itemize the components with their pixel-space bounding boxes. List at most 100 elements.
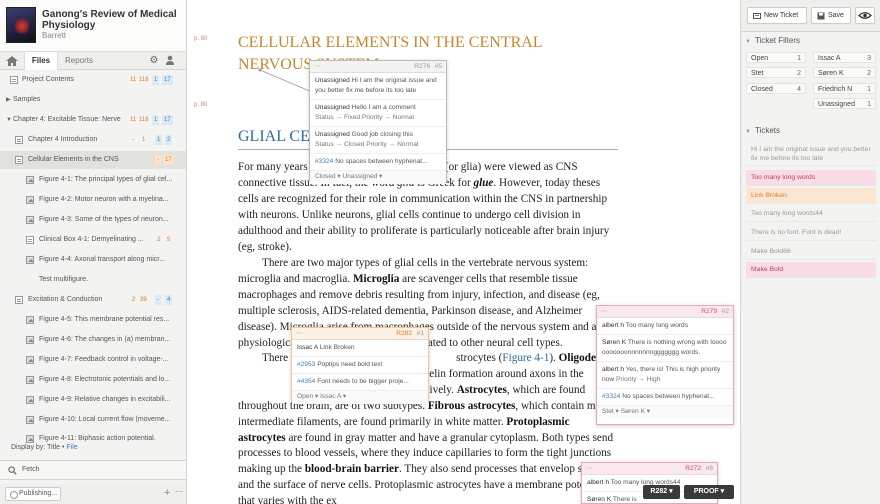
comment-assignee: Unassigned <box>315 131 350 138</box>
filter-issac-a[interactable]: Issac A 3 <box>813 52 876 63</box>
comment-popover[interactable]: ⋯ R279 #2 albert h Too many long words S… <box>596 305 734 425</box>
linked-ticket[interactable]: #4354 Font needs to be bigger proje... <box>292 374 428 391</box>
filter-unassigned[interactable]: Unassigned 1 <box>813 98 876 109</box>
ticket-link[interactable]: #3324 <box>315 158 333 165</box>
publishing-button[interactable]: Publishing... <box>5 487 61 501</box>
tree-item-figure-4-3[interactable]: Figure 4-3: Some of the types of neuron.… <box>0 211 186 229</box>
tree-item-label: Chapter 4: Excitable Tissue: Nerve <box>13 116 121 123</box>
badge-count: 116 <box>139 117 149 123</box>
collapse-arrow-icon[interactable]: ▼ <box>6 111 12 129</box>
drag-handle-icon[interactable]: ⋯ <box>296 329 303 337</box>
tree-item-test-multifigure[interactable]: Test multifigure. <box>0 271 186 289</box>
revision-select-button[interactable]: R282 ▾ <box>643 485 680 499</box>
document-icon <box>15 296 23 304</box>
comment-item[interactable]: Issac A Link Broken <box>292 340 428 357</box>
tree-item-figure-4-2[interactable]: Figure 4-2: Motor neuron with a myelina.… <box>0 191 186 209</box>
ticket-item[interactable]: Link Broken <box>746 188 876 204</box>
tree-item-figure-4-5[interactable]: Figure 4-5: This membrane potential res.… <box>0 311 186 329</box>
ticket-item[interactable]: Make Bold66 <box>746 244 876 260</box>
comment-popover[interactable]: ⋯ R276 #5 Unassigned Hi I am the origina… <box>309 60 447 184</box>
display-by-file-link[interactable]: File <box>66 444 77 451</box>
popover-footer-status[interactable]: Stet ▾ Søren K ▾ <box>597 406 733 419</box>
tree-item-figure-4-7[interactable]: Figure 4-7: Feedback control in voltage-… <box>0 351 186 369</box>
comment-item[interactable]: Unassigned Hello I am a comment Status → … <box>310 100 446 127</box>
ticket-item[interactable]: Too many long words44 <box>746 206 876 222</box>
tree-item-clinical-box-4-1[interactable]: Clinical Box 4-1: Demyelinating ... 2 5 <box>0 231 186 249</box>
image-icon <box>26 416 34 424</box>
badge-count: 1 <box>152 75 160 85</box>
ticket-item[interactable]: Make Bold <box>746 262 876 278</box>
filter-closed[interactable]: Closed 4 <box>746 83 806 94</box>
tree-item-samples[interactable]: ▶ Samples <box>0 91 186 109</box>
ticket-item[interactable]: Hi I am the original issue and you bette… <box>746 142 876 166</box>
ticket-link[interactable]: #2953 <box>297 361 315 368</box>
display-by-label: Display by: Title • <box>11 444 65 451</box>
comment-item[interactable]: albert h Yes, there is! This is high pri… <box>597 362 733 389</box>
drag-handle-icon[interactable]: ⋯ <box>601 307 608 315</box>
user-icon[interactable] <box>164 55 176 67</box>
fetch-bar[interactable]: Fetch <box>0 460 186 480</box>
tree-item-chapter-4-intro[interactable]: Chapter 4 Introduction - 1 1 2 <box>0 131 186 149</box>
linked-ticket[interactable]: #3324 No spaces between hyphenat... <box>310 154 446 171</box>
sidebar-bottom-bar: Publishing... + ⋯ <box>0 484 186 504</box>
save-label: Save <box>828 12 844 19</box>
tree-item-label: Figure 4-2: Motor neuron with a myelina.… <box>39 196 169 203</box>
display-by-toggle: Display by: Title • File <box>11 444 78 451</box>
tickets-panel: New Ticket Save ▼ Ticket Filters Open 1 Is… <box>740 0 880 504</box>
drag-handle-icon[interactable]: ⋯ <box>586 464 593 472</box>
expand-arrow-icon[interactable]: ▶ <box>6 91 11 109</box>
tree-item-excitation-conduction[interactable]: Excitation & Conduction 2 39 - 4 <box>0 291 186 309</box>
eye-icon[interactable] <box>855 7 875 24</box>
revision-id: R282 <box>396 330 412 337</box>
proof-mode-button[interactable]: PROOF ▾ <box>684 485 734 499</box>
plus-icon[interactable]: + <box>164 487 170 499</box>
filter-soren-k[interactable]: Søren K 2 <box>813 67 876 78</box>
ticket-item[interactable]: Too many long words <box>746 170 876 186</box>
linked-ticket[interactable]: #3324 No spaces between hyphenat... <box>597 389 733 406</box>
comment-assignee: albert h <box>587 479 609 486</box>
text-run: ). <box>549 352 556 364</box>
filter-open[interactable]: Open 1 <box>746 52 806 63</box>
tree-item-project-contents[interactable]: Project Contents 11 116 1 17 <box>0 71 186 89</box>
new-ticket-button[interactable]: New Ticket <box>747 7 807 24</box>
tab-files[interactable]: Files <box>24 52 58 70</box>
tree-item-figure-4-8[interactable]: Figure 4-8: Electrotonic potentials and … <box>0 371 186 389</box>
linked-ticket[interactable]: #2953 Poptips need bold text <box>292 357 428 374</box>
tree-item-figure-4-9[interactable]: Figure 4-9: Relative changes in excitabi… <box>0 391 186 409</box>
popover-footer-status[interactable]: Closed ▾ Unassigned ▾ <box>310 171 446 184</box>
filter-stet[interactable]: Stet 2 <box>746 67 806 78</box>
popover-footer-status[interactable]: Open ▾ Issac A ▾ <box>292 391 428 404</box>
comment-popover[interactable]: ⋯ R282 #1 Issac A Link Broken #2953 Popt… <box>291 327 429 404</box>
new-ticket-label: New Ticket <box>764 12 799 19</box>
tree-item-label: Excitation & Conduction <box>28 296 103 303</box>
ticket-filters-heading[interactable]: ▼ Ticket Filters <box>745 36 800 45</box>
ticket-link[interactable]: #4354 <box>297 378 315 385</box>
home-icon[interactable] <box>5 55 19 67</box>
gear-icon[interactable]: ⚙ <box>148 55 160 67</box>
filter-friedrich-n[interactable]: Friedrich N 1 <box>813 83 876 94</box>
comment-item[interactable]: Søren K There is nothing wrong with looo… <box>597 335 733 362</box>
tree-item-figure-4-1[interactable]: Figure 4-1: The principal types of glial… <box>0 171 186 189</box>
figure-link[interactable]: Figure 4-1 <box>502 352 549 364</box>
tree-item-figure-4-10[interactable]: Figure 4-10: Local current flow (moveme.… <box>0 411 186 429</box>
tree-item-cellular-elements[interactable]: Cellular Elements in the CNS - 17 <box>0 151 186 169</box>
tab-reports[interactable]: Reports <box>62 52 96 70</box>
text-run-bold: Fibrous astrocytes <box>427 399 516 412</box>
tree-item-chapter-4[interactable]: ▼ Chapter 4: Excitable Tissue: Nerve 11 … <box>0 111 186 129</box>
tickets-heading[interactable]: ▼ Tickets <box>745 126 780 135</box>
drag-handle-icon[interactable]: ⋯ <box>314 62 321 70</box>
book-cover-image[interactable] <box>6 7 36 43</box>
tree-item-figure-4-6[interactable]: Figure 4-6: The changes in (a) membran..… <box>0 331 186 349</box>
comment-item[interactable]: Unassigned Good job closing this Status →… <box>310 127 446 154</box>
ticket-link[interactable]: #3324 <box>602 393 620 400</box>
more-icon[interactable]: ⋯ <box>175 487 183 496</box>
save-button[interactable]: Save <box>811 7 851 24</box>
badge-count: 1 <box>152 115 160 125</box>
tree-item-figure-4-4[interactable]: Figure 4-4: Axonal transport along micr.… <box>0 251 186 269</box>
badge-count: 2 <box>132 297 136 303</box>
comment-item[interactable]: albert h Too many long words <box>597 318 733 335</box>
comment-item[interactable]: Unassigned Hi I am the original issue an… <box>310 73 446 100</box>
ticket-item[interactable]: There is no font. Font is dead! <box>746 225 876 241</box>
image-icon <box>26 336 34 344</box>
image-icon <box>26 196 34 204</box>
